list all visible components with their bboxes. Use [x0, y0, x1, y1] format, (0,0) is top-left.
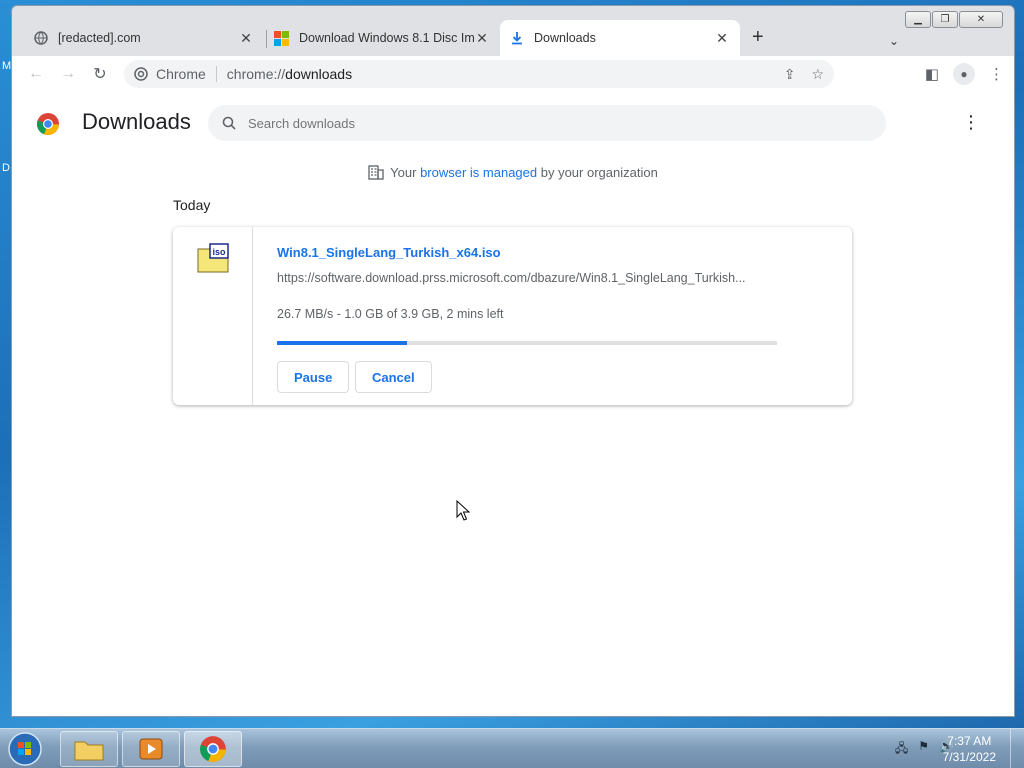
- clock-time: 7:37 AM: [947, 734, 992, 748]
- omnibox-chip-label: Chrome: [156, 66, 217, 82]
- tab-strip: [redacted].com ✕ Download Windows 8.1 Di…: [12, 20, 1014, 56]
- share-icon[interactable]: ⇪: [784, 66, 796, 83]
- chrome-taskbar-icon: [200, 736, 226, 762]
- tab-title: Downloads: [534, 31, 596, 45]
- chrome-window: ▁ ❐ ✕ [redacted].com ✕ Download Windows …: [11, 5, 1015, 717]
- side-panel-icon[interactable]: ◧: [925, 65, 939, 83]
- tab-search-chevron-icon[interactable]: ⌄: [889, 34, 899, 48]
- managed-notice: Your browser is managed by your organiza…: [12, 164, 1014, 180]
- back-arrow-icon[interactable]: ←: [20, 65, 52, 83]
- tab-title: Download Windows 8.1 Disc Ima: [299, 31, 474, 45]
- chrome-page-icon: [134, 67, 148, 81]
- bookmark-star-icon[interactable]: ☆: [811, 66, 824, 83]
- chrome-logo-icon: [36, 113, 59, 136]
- url-scheme: chrome://: [226, 66, 286, 82]
- tab-close-icon[interactable]: ✕: [714, 30, 730, 47]
- more-actions-icon[interactable]: ⋮: [962, 112, 980, 133]
- tab-title: [redacted].com: [58, 31, 141, 45]
- tab-close-icon[interactable]: ✕: [474, 30, 490, 47]
- media-player-icon: [139, 738, 163, 760]
- taskbar-media-player[interactable]: [122, 731, 180, 767]
- system-clock[interactable]: 7:37 AM 7/31/2022: [943, 733, 996, 765]
- toolbar: ← → ↻ Chrome chrome://downloads ⇪ ☆ ◧ ● …: [12, 56, 1014, 92]
- download-item-card: iso Win8.1_SingleLang_Turkish_x64.iso ht…: [173, 227, 852, 405]
- profile-avatar-icon[interactable]: ●: [953, 63, 975, 85]
- forward-arrow-icon[interactable]: →: [52, 65, 84, 83]
- iso-file-icon: iso: [197, 243, 229, 273]
- download-status: 26.7 MB/s - 1.0 GB of 3.9 GB, 2 mins lef…: [277, 307, 504, 321]
- show-desktop-button[interactable]: [1010, 729, 1024, 768]
- tab-windows-download[interactable]: Download Windows 8.1 Disc Ima ✕: [264, 20, 500, 56]
- tab-site[interactable]: [redacted].com ✕: [24, 20, 264, 56]
- mouse-pointer-icon: [456, 500, 470, 521]
- page-title: Downloads: [82, 109, 191, 134]
- section-date-header: Today: [173, 197, 211, 213]
- reload-icon[interactable]: ↻: [84, 64, 116, 84]
- tab-downloads[interactable]: Downloads ✕: [500, 20, 740, 56]
- folder-icon: [74, 741, 104, 761]
- search-downloads-box[interactable]: [208, 105, 886, 141]
- search-icon: [222, 116, 236, 130]
- file-icon-column: iso: [173, 227, 253, 405]
- file-source-url[interactable]: https://software.download.prss.microsoft…: [277, 271, 777, 285]
- omnibox-actions: ⇪ ☆: [784, 66, 824, 83]
- cancel-button[interactable]: Cancel: [355, 361, 432, 393]
- file-name-link[interactable]: Win8.1_SingleLang_Turkish_x64.iso: [277, 245, 501, 260]
- new-tab-plus-icon[interactable]: +: [752, 26, 764, 49]
- building-icon: [368, 165, 384, 180]
- taskbar: 🖧 ⚑ 🔊 7:37 AM 7/31/2022: [0, 728, 1024, 768]
- taskbar-chrome[interactable]: [184, 731, 242, 767]
- managed-prefix: Your: [390, 165, 421, 180]
- progress-fill: [277, 341, 407, 345]
- globe-icon: [34, 31, 48, 45]
- start-button-orb-icon[interactable]: [6, 731, 44, 767]
- toolbar-right: ◧ ● ⋮: [925, 63, 1004, 85]
- windows-logo-icon: [274, 30, 289, 46]
- action-center-flag-icon[interactable]: ⚑: [918, 739, 929, 760]
- search-input[interactable]: [248, 115, 886, 131]
- downloads-page: Downloads ⋮ Your browser is managed by y…: [12, 92, 1014, 716]
- url-host: downloads: [285, 66, 353, 82]
- managed-link[interactable]: browser is managed: [420, 165, 537, 180]
- managed-suffix: by your organization: [537, 165, 658, 180]
- network-icon[interactable]: 🖧: [895, 739, 908, 760]
- address-bar[interactable]: Chrome chrome://downloads ⇪ ☆: [124, 60, 834, 88]
- url-text: chrome://downloads: [227, 66, 352, 82]
- pause-button[interactable]: Pause: [277, 361, 350, 393]
- download-progress-bar: [277, 341, 777, 345]
- tab-close-icon[interactable]: ✕: [238, 30, 254, 47]
- iso-icon-label: iso: [212, 247, 226, 257]
- chrome-menu-icon[interactable]: ⋮: [989, 65, 1004, 83]
- download-arrow-icon: [512, 32, 522, 45]
- desktop-edge-label: D: [2, 162, 10, 174]
- clock-date: 7/31/2022: [942, 750, 996, 764]
- taskbar-explorer[interactable]: [60, 731, 118, 767]
- desktop-edge-label: M: [2, 60, 12, 72]
